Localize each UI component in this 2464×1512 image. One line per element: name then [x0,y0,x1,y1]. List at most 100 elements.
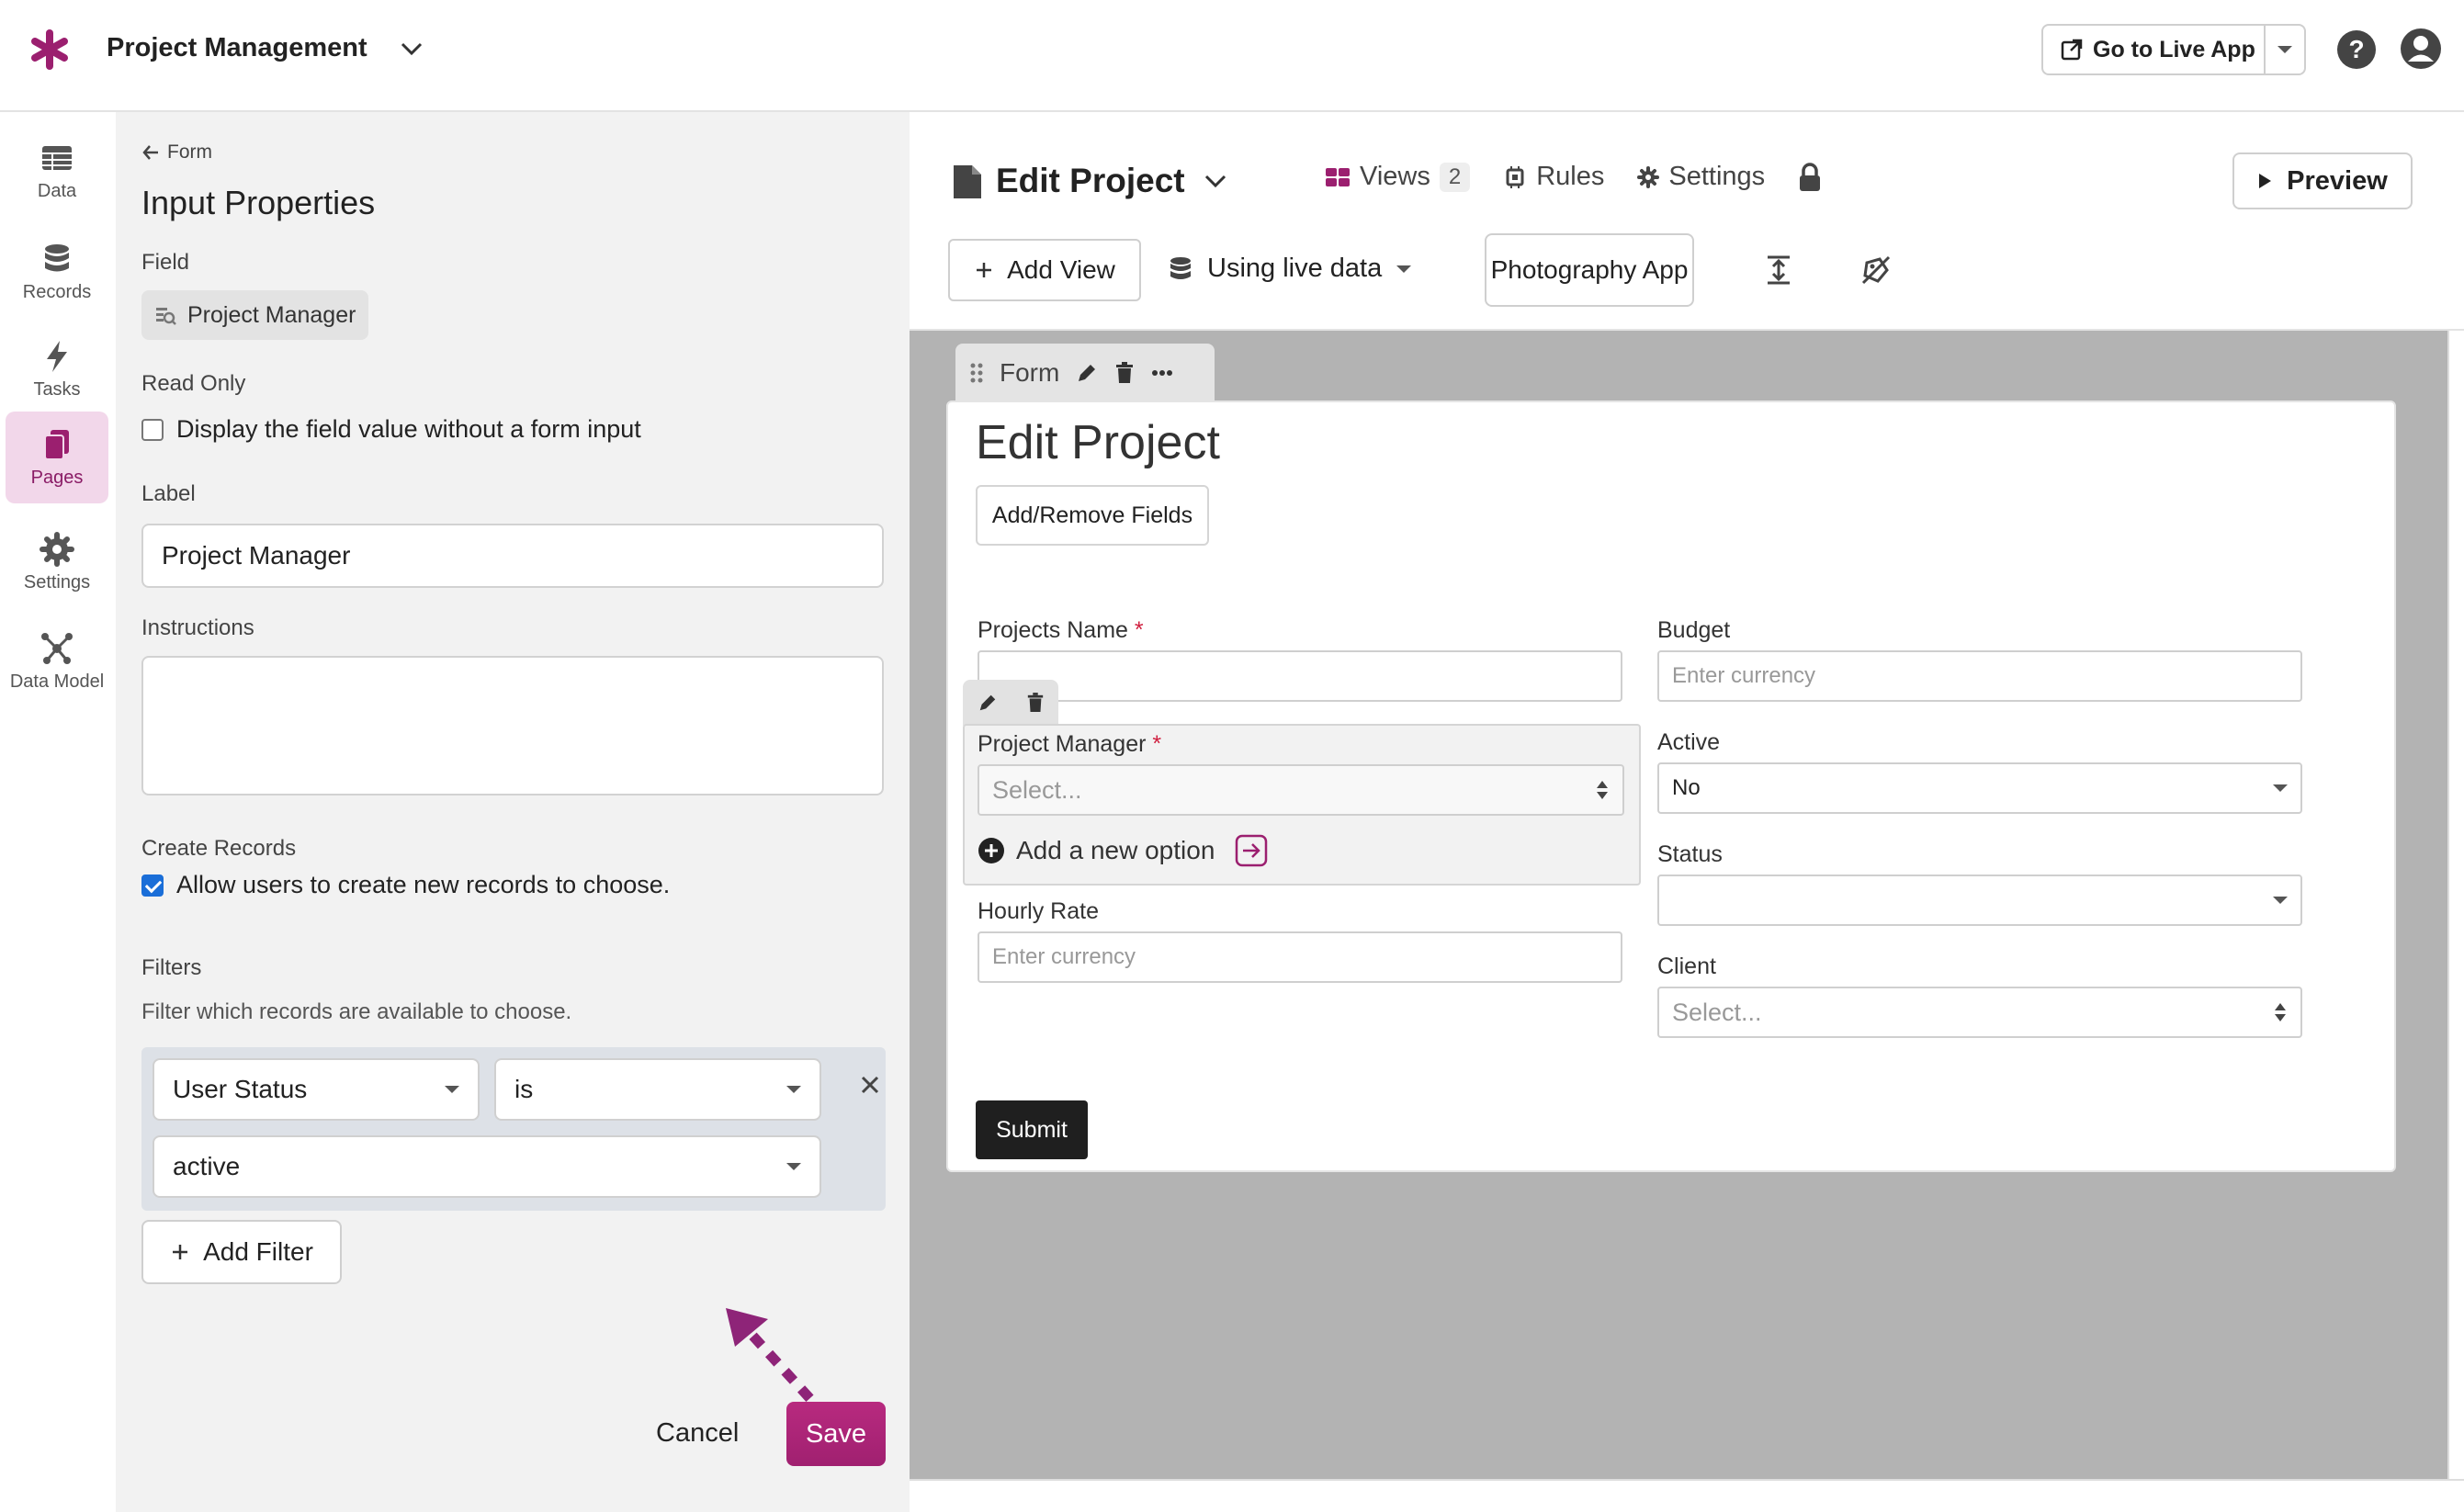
nav-item-records[interactable]: Records [6,226,108,318]
tab-settings[interactable]: Settings [1637,162,1765,192]
read-only-checkbox-label: Display the field value without a form i… [176,415,641,443]
tab-rules-label: Rules [1536,162,1605,191]
budget-placeholder: Enter currency [1672,663,1816,688]
canvas-scrollbar[interactable] [2447,331,2464,1479]
field-section-label: Field [141,250,190,275]
bolt-icon [47,340,67,372]
trash-icon[interactable] [1026,693,1045,713]
add-filter-button[interactable]: Add Filter [141,1220,342,1284]
project-manager-select[interactable]: Select... [978,764,1624,816]
add-view-button[interactable]: Add View [948,239,1141,301]
drag-handle-icon[interactable] [970,362,983,384]
preview-button[interactable]: Preview [2232,152,2413,209]
database-icon [45,243,69,271]
budget-input[interactable]: Enter currency [1657,650,2302,702]
caret-down-icon [2273,897,2288,904]
instructions-textarea[interactable] [141,656,884,795]
enter-icon[interactable] [1235,834,1268,867]
hourly-rate-input[interactable]: Enter currency [978,931,1622,983]
add-new-option-link[interactable]: Add a new option [978,834,1268,867]
page-title[interactable]: Edit Project [996,162,1185,200]
filter-operator-select[interactable]: is [494,1058,821,1121]
label-input[interactable]: Project Manager [141,524,884,588]
live-app-dropdown-button[interactable] [2264,26,2304,73]
filter-field-value: User Status [173,1075,308,1103]
arrow-left-icon [142,145,158,160]
gear-icon [1637,165,1660,188]
data-source-dropdown[interactable]: Using live data [1169,254,1412,284]
help-icon[interactable]: ? [2336,29,2377,70]
active-select[interactable]: No [1657,762,2302,814]
nav-label-tasks: Tasks [33,378,81,400]
editor-header: Edit Project Views 2 Rules Settings Prev… [910,112,2464,331]
filters-section-label: Filters [141,955,202,980]
pages-icon [44,429,69,460]
expand-vertical-icon[interactable] [1762,254,1795,287]
save-button[interactable]: Save [786,1402,886,1466]
app-name-box[interactable]: Photography App [1485,233,1694,307]
submit-button[interactable]: Submit [976,1100,1088,1159]
remove-filter-icon[interactable] [856,1071,884,1099]
chevron-down-icon[interactable] [397,37,426,62]
label-section-label: Label [141,481,196,506]
go-to-live-app-main[interactable]: Go to Live App [2043,26,2264,73]
project-manager-field[interactable]: Project Manager * Select... Add a new op… [963,724,1641,886]
tab-rules[interactable]: Rules [1503,162,1604,192]
form-view-toolbar: Form [955,344,1215,402]
pencil-icon[interactable] [1076,362,1098,384]
read-only-checkbox[interactable] [141,418,164,441]
nav-label-settings: Settings [23,571,91,592]
hourly-rate-placeholder: Enter currency [992,944,1136,969]
back-to-form-link[interactable]: Form [141,141,212,164]
app-title[interactable]: Project Management [107,33,367,63]
filter-value-select[interactable]: active [153,1135,821,1198]
add-new-option-label: Add a new option [1016,836,1215,864]
back-link-label: Form [167,141,212,163]
nav-label-records: Records [22,281,92,302]
hourly-rate-label: Hourly Rate [978,898,1099,924]
add-view-label: Add View [1007,255,1115,284]
go-to-live-app-button[interactable]: Go to Live App [2041,24,2306,75]
cancel-button[interactable]: Cancel [656,1418,739,1449]
active-label: Active [1657,729,1721,755]
add-remove-fields-button[interactable]: Add/Remove Fields [976,485,1209,546]
nav-item-data[interactable]: Data [6,125,108,217]
sort-arrows-icon [1597,781,1608,799]
client-select[interactable]: Select... [1657,987,2302,1038]
top-bar: Project Management Go to Live App ? [0,0,2464,112]
views-icon [1326,167,1350,186]
lock-icon[interactable] [1798,162,1822,192]
nav-label-data: Data [37,180,77,201]
nav-item-pages[interactable]: Pages [6,412,108,503]
plus-circle-icon [978,838,1004,863]
status-select[interactable] [1657,874,2302,926]
client-label: Client [1657,953,1716,979]
filter-value: active [173,1152,241,1180]
form-preview-card: Edit Project Add/Remove Fields Projects … [946,401,2396,1172]
app-logo-icon[interactable] [28,28,72,72]
filter-field-select[interactable]: User Status [153,1058,480,1121]
projects-name-input[interactable] [978,650,1622,702]
nav-item-tasks[interactable]: Tasks [6,323,108,415]
nav-item-settings[interactable]: Settings [6,516,108,608]
more-icon[interactable] [1151,369,1173,377]
status-label: Status [1657,841,1723,867]
caret-down-icon [2278,46,2292,53]
create-records-checkbox[interactable] [141,874,164,897]
budget-label: Budget [1657,617,1731,643]
chevron-down-icon[interactable] [1202,169,1229,193]
svg-text:?: ? [2348,35,2364,63]
form-title: Edit Project [976,416,1220,469]
project-manager-label: Project Manager * [978,731,1161,758]
pencil-icon[interactable] [978,693,998,713]
preview-label: Preview [2287,165,2388,196]
user-avatar-icon[interactable] [2400,28,2442,70]
design-off-icon[interactable] [1859,254,1893,287]
chip-icon [1506,165,1524,188]
tab-views[interactable]: Views 2 [1325,162,1471,192]
trash-icon[interactable] [1114,362,1135,384]
field-chip[interactable]: Project Manager [141,290,369,340]
database-icon [1170,256,1191,279]
nav-item-data-model[interactable]: Data Model [6,615,108,707]
add-filter-label: Add Filter [203,1237,313,1266]
